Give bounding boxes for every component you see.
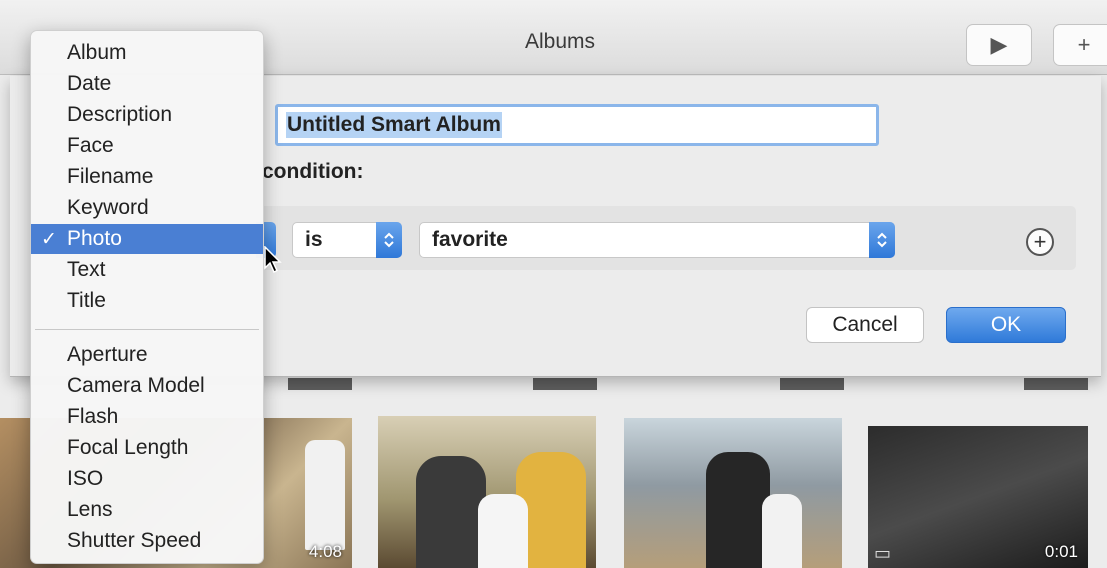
photo-figure [305,440,345,550]
photo-figure [706,452,770,568]
value-popup[interactable]: favorite [419,222,895,258]
menu-separator [35,329,259,330]
operator-popup[interactable]: is [292,222,402,258]
plus-icon: + [1033,229,1047,254]
menu-item-shutter-speed[interactable]: Shutter Speed [31,526,263,556]
album-name-field[interactable]: Untitled Smart Album [275,104,879,146]
play-icon: ▶ [990,32,1008,57]
menu-item-filename[interactable]: Filename [31,162,263,192]
photo-thumbnail[interactable]: ▭ 0:01 [868,426,1088,568]
updown-chevron-icon [376,222,402,258]
photo-thumbnail[interactable] [378,416,596,568]
menu-item-face[interactable]: Face [31,131,263,161]
album-name-text: Untitled Smart Album [286,112,502,138]
photo-figure [762,494,802,568]
thumb-bar [1024,378,1088,390]
field-dropdown-menu: Album Date Description Face Filename Key… [30,30,264,564]
menu-item-description[interactable]: Description [31,100,263,130]
thumb-bar [780,378,844,390]
menu-item-date[interactable]: Date [31,69,263,99]
photo-figure [416,456,486,568]
video-camera-icon: ▭ [874,543,892,563]
menu-item-title[interactable]: Title [31,286,263,316]
add-album-button[interactable]: + [1053,24,1107,66]
video-duration: 4:08 [308,542,342,561]
cancel-button[interactable]: Cancel [806,307,924,343]
checkmark-icon: ✓ [41,228,57,250]
menu-item-photo[interactable]: ✓ Photo [31,224,263,254]
thumb-bar [533,378,597,390]
menu-item-album[interactable]: Album [31,38,263,68]
menu-item-camera-model[interactable]: Camera Model [31,371,263,401]
updown-chevron-icon [869,222,895,258]
menu-item-flash[interactable]: Flash [31,402,263,432]
menu-item-lens[interactable]: Lens [31,495,263,525]
photo-thumbnail[interactable] [624,418,842,568]
operator-value: is [305,228,323,251]
menu-item-iso[interactable]: ISO [31,464,263,494]
window-title: Albums [524,30,596,53]
menu-item-keyword[interactable]: Keyword [31,193,263,223]
photo-figure [478,494,528,568]
add-rule-button[interactable]: + [1026,228,1054,256]
value-text: favorite [432,228,508,251]
menu-item-focal-length[interactable]: Focal Length [31,433,263,463]
mouse-pointer-icon [264,245,282,279]
slideshow-play-button[interactable]: ▶ [966,24,1032,66]
ok-button[interactable]: OK [946,307,1066,343]
plus-icon: + [1077,32,1091,57]
menu-item-text[interactable]: Text [31,255,263,285]
condition-label: condition: [262,160,364,183]
video-duration: 0:01 [1044,542,1078,561]
thumb-bar [288,378,352,390]
menu-item-aperture[interactable]: Aperture [31,340,263,370]
